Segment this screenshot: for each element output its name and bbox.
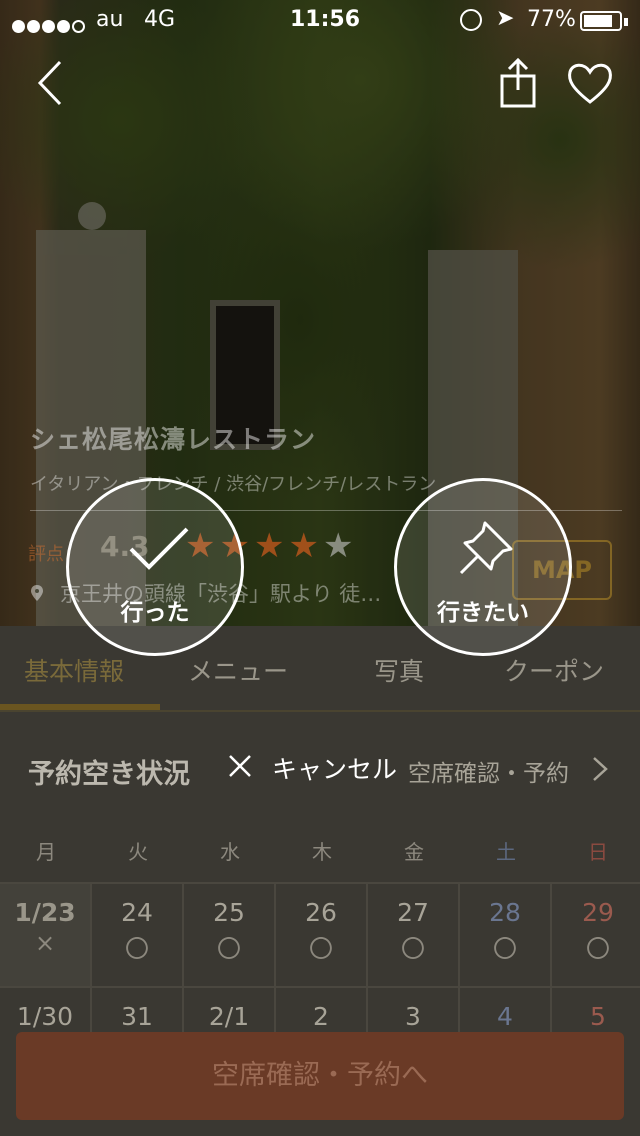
calendar-day[interactable]: 29 〇: [552, 884, 640, 988]
battery-percent: 77%: [527, 7, 576, 32]
tab-basic-info[interactable]: 基本情報: [24, 652, 124, 688]
close-icon[interactable]: [226, 752, 254, 780]
signal-dot: [12, 20, 25, 33]
calendar-day[interactable]: 28 〇: [460, 884, 552, 988]
battery-icon: [580, 11, 628, 31]
tab-menu[interactable]: メニュー: [188, 652, 288, 688]
location-pin-icon: [31, 585, 43, 601]
availability-mark: 〇: [309, 935, 333, 963]
calendar-date: 24: [121, 898, 153, 927]
availability-mark: 〇: [493, 935, 517, 963]
chevron-left-icon[interactable]: [30, 58, 80, 108]
calendar-date: 27: [397, 898, 429, 927]
calendar-day[interactable]: 25 〇: [184, 884, 276, 988]
signal-strength-icon: [12, 14, 87, 39]
heart-icon[interactable]: [566, 60, 614, 106]
calendar-date: 3: [405, 1002, 421, 1031]
tab-bar: 基本情報 メニュー 写真 クーポン: [0, 626, 640, 712]
signal-dot: [42, 20, 55, 33]
went-label: 行った: [120, 600, 190, 626]
cancel-button[interactable]: キャンセル: [272, 750, 397, 786]
carrier-name: au: [96, 7, 124, 32]
want-to-go-button[interactable]: 行きたい: [394, 478, 572, 656]
calendar-date: 2/1: [208, 1002, 250, 1031]
weekday-label: 水: [220, 840, 240, 864]
location-arrow-icon: ➤: [496, 6, 515, 31]
calendar-day[interactable]: 24 〇: [92, 884, 184, 988]
tab-coupons[interactable]: クーポン: [504, 652, 604, 688]
clock: 11:56: [290, 7, 361, 32]
availability-mark: ×: [34, 929, 56, 957]
status-bar: au 4G 11:56 ➤ 77%: [0, 0, 640, 40]
availability-mark: 〇: [401, 935, 425, 963]
weekday-label: 月: [36, 840, 56, 864]
weekday-label: 木: [312, 840, 332, 864]
tab-photos[interactable]: 写真: [374, 652, 424, 688]
pushpin-icon: [459, 521, 513, 575]
active-tab-indicator: [0, 704, 160, 710]
calendar-date: 29: [582, 898, 614, 927]
calendar-day[interactable]: 26 〇: [276, 884, 368, 988]
weekday-label: 火: [128, 840, 148, 864]
availability-mark: 〇: [586, 935, 610, 963]
calendar-day[interactable]: 27 〇: [368, 884, 460, 988]
calendar-date: 31: [121, 1002, 153, 1031]
calendar-date: 1/30: [16, 1002, 74, 1031]
star-icon: ★: [253, 526, 289, 566]
availability-mark: 〇: [217, 935, 241, 963]
reserve-button[interactable]: 空席確認・予約へ: [16, 1032, 624, 1120]
checkmark-icon: [129, 527, 189, 570]
went-button[interactable]: 行った: [66, 478, 244, 656]
signal-dot: [57, 20, 70, 33]
calendar-date: 1/23: [14, 898, 76, 927]
calendar-week: 1/23 × 24 〇 25 〇 26 〇 27 〇 28 〇 29 〇: [0, 882, 640, 988]
star-icon: ★: [322, 526, 358, 566]
restaurant-name: シェ松尾松濤レストラン: [30, 425, 317, 454]
calendar-date: 28: [489, 898, 521, 927]
calendar-date: 5: [590, 1002, 606, 1031]
weekday-label: 日: [588, 840, 608, 864]
weekday-label: 土: [496, 840, 516, 864]
rotation-lock-icon: [460, 9, 482, 31]
network-type: 4G: [144, 7, 176, 32]
want-to-go-label: 行きたい: [437, 600, 529, 626]
calendar-date: 4: [497, 1002, 513, 1031]
share-icon[interactable]: [496, 58, 540, 108]
calendar-date: 25: [213, 898, 245, 927]
availability-title: 予約空き状況: [28, 759, 190, 790]
rating-label: 評点: [28, 544, 64, 565]
calendar-date: 2: [313, 1002, 329, 1031]
calendar-date: 26: [305, 898, 337, 927]
calendar-day[interactable]: 1/23 ×: [0, 884, 92, 988]
signal-dot: [27, 20, 40, 33]
signal-dot: [72, 20, 85, 33]
star-icon: ★: [288, 526, 323, 566]
weekday-label: 金: [404, 840, 424, 864]
chevron-right-icon[interactable]: [590, 756, 610, 782]
availability-mark: 〇: [125, 935, 149, 963]
availability-link[interactable]: 空席確認・予約: [408, 754, 569, 788]
calendar-weekdays: 月 火 水 木 金 土 日: [0, 836, 640, 876]
